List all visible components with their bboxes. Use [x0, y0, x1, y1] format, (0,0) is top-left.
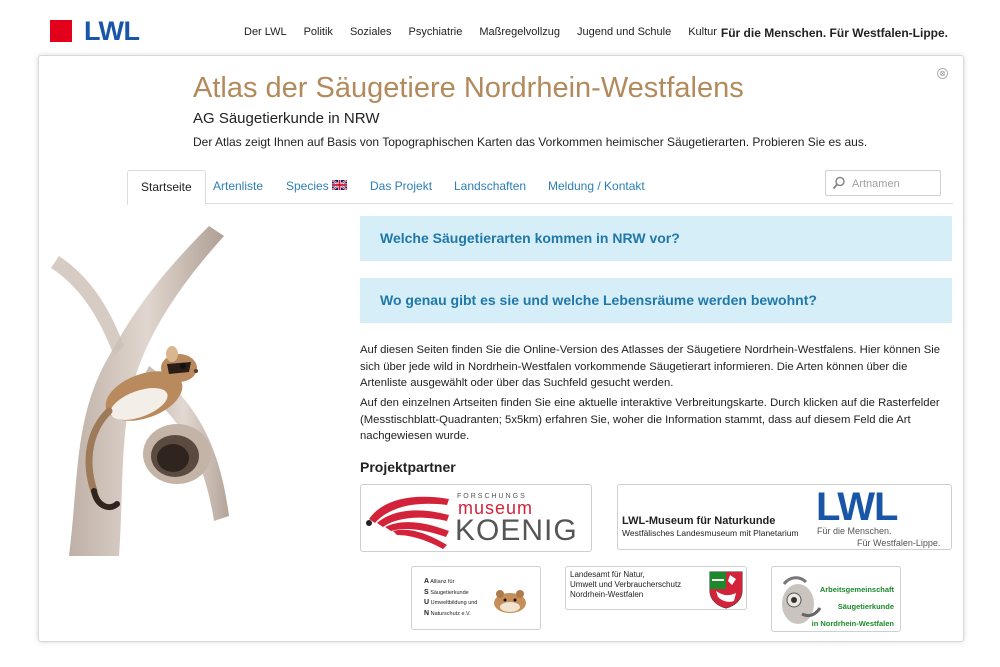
hamster-icon: [494, 590, 526, 613]
search-icon: [832, 176, 845, 190]
asun-line: S Säugetierkunde: [424, 588, 477, 599]
nrw-coat-of-arms-icon: [709, 571, 743, 609]
lwl-museum-logo: LWL: [816, 485, 898, 529]
asun-line: N Naturschutz e.V.: [424, 609, 477, 620]
koenig-wave-logo: [366, 496, 449, 549]
content-card: ⊗ Atlas der Säugetiere Nordrhein-Westfal…: [38, 55, 964, 642]
dormouse-illustration: [51, 226, 229, 556]
nav-psychiatrie[interactable]: Psychiatrie: [409, 26, 463, 38]
asun-letter: U: [424, 599, 430, 607]
lwl-museum-slogan-2: Für Westfalen-Lippe.: [857, 538, 941, 548]
tab-artenliste[interactable]: Artenliste: [200, 170, 276, 204]
partner-arbeitsgemeinschaft[interactable]: Arbeitsgemeinschaft Säugetierkunde in No…: [771, 566, 901, 632]
asun-letter: N: [424, 609, 430, 617]
lwl-museum-subtitle: Westfälisches Landesmuseum mit Planetari…: [622, 528, 799, 538]
asun-letter: A: [424, 578, 430, 585]
partner-lwl-museum-naturkunde[interactable]: LWL-Museum für Naturkunde Westfälisches …: [617, 484, 952, 550]
nav-massregelvollzug[interactable]: Maßregelvollzug: [479, 26, 560, 38]
partner-asun[interactable]: A Allianz für S Säugetierkunde U Umweltb…: [411, 566, 541, 630]
nav-jugend-und-schule[interactable]: Jugend und Schule: [577, 26, 671, 38]
landesamt-line: Nordrhein-Westfalen: [570, 590, 644, 599]
body-paragraph: Auf diesen Seiten finden Sie die Online-…: [360, 344, 941, 389]
asun-line: U Umweltbildung und: [424, 598, 477, 609]
tab-species[interactable]: Species: [273, 170, 360, 204]
close-icon[interactable]: ⊗: [937, 68, 948, 79]
search-input[interactable]: [852, 175, 936, 192]
nav-politik[interactable]: Politik: [304, 26, 333, 38]
asun-line: A Allianz für: [424, 577, 477, 588]
header-slogan: Für die Menschen. Für Westfalen-Lippe.: [720, 26, 948, 40]
nav-kultur[interactable]: Kultur: [688, 26, 717, 38]
accordion-where-habitats[interactable]: Wo genau gibt es sie und welche Lebensrä…: [360, 278, 952, 323]
tab-label: Das Projekt: [370, 179, 433, 193]
tab-startseite[interactable]: Startseite: [127, 170, 206, 205]
uk-flag-icon: [331, 180, 347, 190]
arbeitsgemeinschaft-text: Arbeitsgemeinschaft Säugetierkunde in No…: [802, 581, 894, 631]
landesamt-line: Umwelt und Verbraucherschutz: [570, 580, 682, 589]
arbeitsgemeinschaft-line: in Nordrhein-Westfalen: [811, 619, 894, 628]
page-intro: Der Atlas zeigt Ihnen auf Basis von Topo…: [193, 135, 868, 149]
partner-museum-koenig[interactable]: FORSCHUNGS museum KOENIG: [360, 484, 592, 552]
arbeitsgemeinschaft-line: Arbeitsgemeinschaft: [819, 585, 894, 594]
asun-letter: S: [424, 588, 429, 596]
site-header: LWL Der LWL Politik Soziales Psychiatrie…: [0, 0, 1000, 58]
asun-line-text: Säugetierkunde: [430, 589, 469, 596]
tab-label: Startseite: [141, 180, 192, 194]
asun-text: A Allianz für S Säugetierkunde U Umweltb…: [424, 577, 477, 619]
tab-label: Meldung / Kontakt: [548, 179, 645, 193]
koenig-name-text: KOENIG: [455, 514, 578, 547]
species-search[interactable]: [825, 170, 941, 196]
tab-label: Artenliste: [213, 179, 264, 193]
landesamt-line: Landesamt für Natur,: [570, 570, 645, 579]
nav-soziales[interactable]: Soziales: [350, 26, 392, 38]
asun-line-text: Naturschutz e.V.: [430, 610, 471, 617]
page-subtitle: AG Säugetierkunde in NRW: [193, 110, 380, 127]
top-navigation: Der LWL Politik Soziales Psychiatrie Maß…: [244, 26, 734, 38]
nav-der-lwl[interactable]: Der LWL: [244, 26, 287, 38]
tab-label: Species: [286, 179, 329, 193]
partner-landesamt[interactable]: Landesamt für Natur, Umwelt und Verbrauc…: [565, 566, 747, 610]
tab-label: Landschaften: [454, 179, 527, 193]
page-title: Atlas der Säugetiere Nordrhein-Westfalen…: [193, 72, 744, 104]
logo-text: LWL: [84, 16, 140, 46]
asun-line-text: Allianz für: [430, 579, 455, 585]
partners-heading: Projektpartner: [360, 459, 456, 475]
lwl-museum-slogan-1: Für die Menschen.: [817, 526, 892, 536]
tab-landschaften[interactable]: Landschaften: [441, 170, 539, 204]
logo-red-square: [50, 20, 72, 42]
landesamt-text: Landesamt für Natur, Umwelt und Verbrauc…: [570, 570, 681, 600]
asun-line-text: Umweltbildung und: [430, 600, 478, 607]
accordion-which-species[interactable]: Welche Säugetierarten kommen in NRW vor?: [360, 216, 952, 261]
lwl-logo[interactable]: LWL: [50, 16, 140, 46]
lwl-museum-title: LWL-Museum für Naturkunde: [622, 515, 776, 527]
body-paragraph: Auf den einzelnen Artseiten finden Sie e…: [360, 397, 940, 442]
arbeitsgemeinschaft-line: Säugetierkunde: [837, 602, 894, 611]
tab-das-projekt[interactable]: Das Projekt: [357, 170, 445, 204]
tab-meldung-kontakt[interactable]: Meldung / Kontakt: [535, 170, 658, 204]
